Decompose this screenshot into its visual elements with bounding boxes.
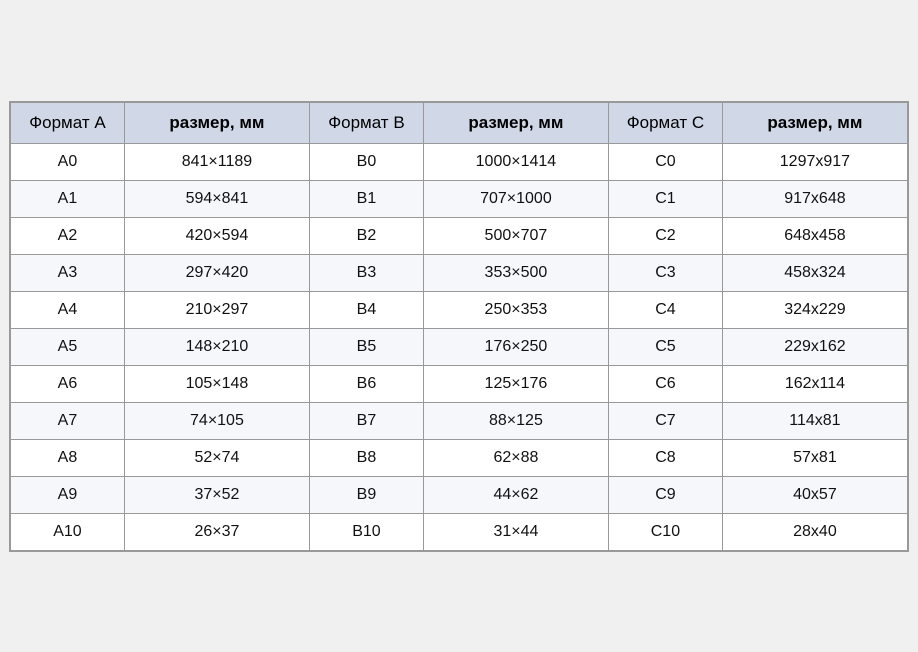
size-b-header: размер, мм bbox=[423, 102, 608, 143]
table-row: А1594×841В1707×1000C1917x648 bbox=[11, 180, 908, 217]
size-a-cell: 26×37 bbox=[124, 513, 309, 550]
table-row: А937×52В944×62C940x57 bbox=[11, 476, 908, 513]
table-row: А2420×594В2500×707C2648x458 bbox=[11, 217, 908, 254]
format-c-cell: C8 bbox=[608, 439, 722, 476]
table-body: А0841×1189В01000×1414C01297x917А1594×841… bbox=[11, 143, 908, 550]
format-c-cell: C3 bbox=[608, 254, 722, 291]
format-a-cell: А7 bbox=[11, 402, 125, 439]
size-a-cell: 297×420 bbox=[124, 254, 309, 291]
size-b-cell: 1000×1414 bbox=[423, 143, 608, 180]
table-row: А4210×297В4250×353C4324x229 bbox=[11, 291, 908, 328]
format-b-cell: В6 bbox=[309, 365, 423, 402]
size-c-header: размер, мм bbox=[722, 102, 907, 143]
size-b-cell: 707×1000 bbox=[423, 180, 608, 217]
format-c-cell: C5 bbox=[608, 328, 722, 365]
paper-formats-table: Формат А размер, мм Формат В размер, мм … bbox=[10, 102, 908, 551]
table-row: А774×105В788×125C7114x81 bbox=[11, 402, 908, 439]
table-row: А6105×148В6125×176C6162x114 bbox=[11, 365, 908, 402]
format-c-cell: C9 bbox=[608, 476, 722, 513]
size-c-cell: 40x57 bbox=[722, 476, 907, 513]
format-c-cell: C2 bbox=[608, 217, 722, 254]
size-c-cell: 1297x917 bbox=[722, 143, 907, 180]
table-row: А1026×37В1031×44C1028x40 bbox=[11, 513, 908, 550]
size-a-cell: 841×1189 bbox=[124, 143, 309, 180]
size-a-cell: 148×210 bbox=[124, 328, 309, 365]
format-c-header: Формат С bbox=[608, 102, 722, 143]
size-c-cell: 917x648 bbox=[722, 180, 907, 217]
size-c-cell: 648x458 bbox=[722, 217, 907, 254]
size-a-cell: 210×297 bbox=[124, 291, 309, 328]
size-c-cell: 324x229 bbox=[722, 291, 907, 328]
format-b-cell: В10 bbox=[309, 513, 423, 550]
size-b-cell: 62×88 bbox=[423, 439, 608, 476]
size-c-cell: 114x81 bbox=[722, 402, 907, 439]
format-b-cell: В0 bbox=[309, 143, 423, 180]
format-a-cell: А1 bbox=[11, 180, 125, 217]
main-table-container: Формат А размер, мм Формат В размер, мм … bbox=[9, 101, 909, 552]
format-a-cell: А3 bbox=[11, 254, 125, 291]
format-a-cell: А9 bbox=[11, 476, 125, 513]
format-a-cell: А2 bbox=[11, 217, 125, 254]
size-a-cell: 420×594 bbox=[124, 217, 309, 254]
format-a-cell: А0 bbox=[11, 143, 125, 180]
size-b-cell: 353×500 bbox=[423, 254, 608, 291]
format-b-cell: В2 bbox=[309, 217, 423, 254]
size-c-cell: 28x40 bbox=[722, 513, 907, 550]
format-c-cell: C1 bbox=[608, 180, 722, 217]
size-a-cell: 594×841 bbox=[124, 180, 309, 217]
format-b-header: Формат В bbox=[309, 102, 423, 143]
format-c-cell: C6 bbox=[608, 365, 722, 402]
size-b-cell: 250×353 bbox=[423, 291, 608, 328]
format-c-cell: C0 bbox=[608, 143, 722, 180]
table-row: А0841×1189В01000×1414C01297x917 bbox=[11, 143, 908, 180]
size-b-cell: 31×44 bbox=[423, 513, 608, 550]
format-c-cell: C7 bbox=[608, 402, 722, 439]
size-b-cell: 125×176 bbox=[423, 365, 608, 402]
format-b-cell: В8 bbox=[309, 439, 423, 476]
size-c-cell: 229x162 bbox=[722, 328, 907, 365]
table-row: А5148×210В5176×250C5229x162 bbox=[11, 328, 908, 365]
table-row: А3297×420В3353×500C3458x324 bbox=[11, 254, 908, 291]
size-b-cell: 500×707 bbox=[423, 217, 608, 254]
format-b-cell: В7 bbox=[309, 402, 423, 439]
table-row: А852×74В862×88C857x81 bbox=[11, 439, 908, 476]
format-c-cell: C10 bbox=[608, 513, 722, 550]
size-a-header: размер, мм bbox=[124, 102, 309, 143]
format-a-cell: А10 bbox=[11, 513, 125, 550]
size-a-cell: 37×52 bbox=[124, 476, 309, 513]
header-row: Формат А размер, мм Формат В размер, мм … bbox=[11, 102, 908, 143]
size-b-cell: 44×62 bbox=[423, 476, 608, 513]
format-a-cell: А4 bbox=[11, 291, 125, 328]
format-b-cell: В1 bbox=[309, 180, 423, 217]
format-a-cell: А8 bbox=[11, 439, 125, 476]
format-b-cell: В9 bbox=[309, 476, 423, 513]
size-a-cell: 105×148 bbox=[124, 365, 309, 402]
format-c-cell: C4 bbox=[608, 291, 722, 328]
size-c-cell: 458x324 bbox=[722, 254, 907, 291]
size-b-cell: 176×250 bbox=[423, 328, 608, 365]
size-a-cell: 52×74 bbox=[124, 439, 309, 476]
format-b-cell: В4 bbox=[309, 291, 423, 328]
format-a-cell: А6 bbox=[11, 365, 125, 402]
format-a-cell: А5 bbox=[11, 328, 125, 365]
size-c-cell: 57x81 bbox=[722, 439, 907, 476]
size-c-cell: 162x114 bbox=[722, 365, 907, 402]
format-a-header: Формат А bbox=[11, 102, 125, 143]
size-a-cell: 74×105 bbox=[124, 402, 309, 439]
size-b-cell: 88×125 bbox=[423, 402, 608, 439]
format-b-cell: В5 bbox=[309, 328, 423, 365]
format-b-cell: В3 bbox=[309, 254, 423, 291]
